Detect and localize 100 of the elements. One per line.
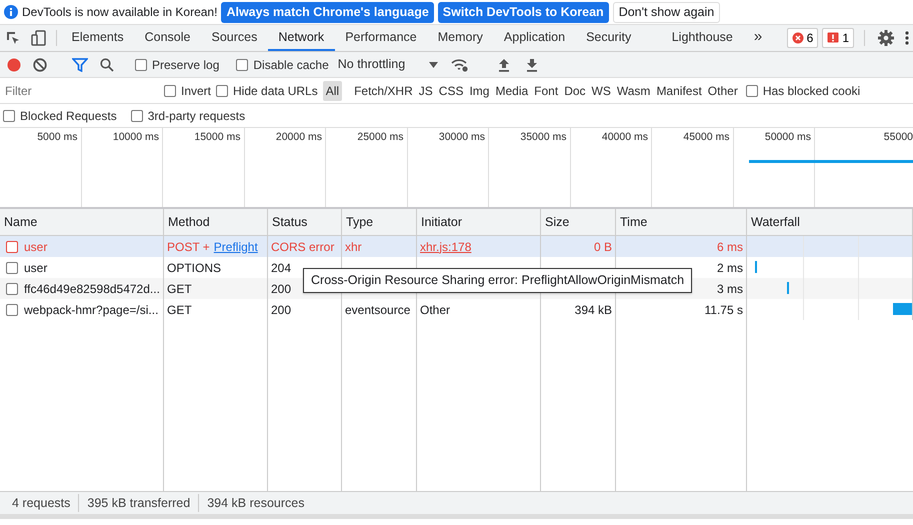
has-blocked-cookies-label: Has blocked cooki <box>762 82 860 100</box>
timeline-tick-label: 55000 <box>884 131 913 143</box>
filter-type-button[interactable]: All <box>322 80 342 100</box>
disable-cache-label: Disable cache <box>253 56 329 74</box>
column-header[interactable]: Initiator <box>417 209 541 236</box>
hide-data-urls-checkbox[interactable] <box>216 84 228 96</box>
column-header[interactable]: Time <box>616 209 747 236</box>
request-status: 204 <box>271 260 292 276</box>
column-header[interactable]: Size <box>541 209 616 236</box>
filter-type-button[interactable]: Fetch/XHR <box>351 80 416 100</box>
column-header[interactable]: Method <box>164 209 268 236</box>
third-party-requests-checkbox[interactable] <box>130 110 143 122</box>
timeline-tick-label: 15000 ms <box>194 131 240 143</box>
filter-type-button[interactable]: Manifest <box>653 80 705 100</box>
filter-type-button[interactable]: Doc <box>561 80 589 100</box>
status-text: 4 requests <box>4 494 80 512</box>
tab[interactable]: Performance <box>334 25 428 51</box>
request-method: OPTIONS <box>167 260 222 276</box>
column-header[interactable]: Name <box>0 209 164 236</box>
clear-icon[interactable] <box>33 58 47 72</box>
status-text: 394 kB resources <box>206 494 306 512</box>
filter-type-button[interactable]: CSS <box>436 80 466 100</box>
column-header[interactable]: Type <box>342 209 417 236</box>
request-type: eventsource <box>345 302 410 318</box>
request-name[interactable]: ffc46d49e82598d5472d... <box>24 280 160 298</box>
record-icon[interactable] <box>7 58 21 72</box>
timeline-tick-label: 35000 ms <box>520 131 566 143</box>
request-method: GET <box>167 280 192 298</box>
request-initiator: Other <box>420 302 450 318</box>
error-icon <box>792 32 804 44</box>
preserve-log-checkbox[interactable] <box>135 58 147 70</box>
request-time: 6 ms <box>716 238 743 256</box>
tooltip: Cross-Origin Resource Sharing error: PreflightAllowOriginMismatch <box>303 268 692 293</box>
has-blocked-cookies-checkbox[interactable] <box>746 84 758 96</box>
tab[interactable]: Application <box>493 25 576 51</box>
info-icon <box>4 5 18 19</box>
row-checkbox[interactable] <box>6 282 18 294</box>
tab[interactable]: Console <box>134 25 201 51</box>
error-counter[interactable]: 6 <box>786 28 818 48</box>
preserve-log-label: Preserve log <box>152 56 220 74</box>
banner-message: DevTools is now available in Korean! <box>22 4 218 21</box>
row-checkbox[interactable] <box>6 262 18 274</box>
banner-button[interactable]: Don't show again <box>612 2 720 22</box>
request-status: CORS error <box>271 238 334 256</box>
invert-label: Invert <box>181 82 212 100</box>
hide-data-urls-label: Hide data URLs <box>233 82 318 100</box>
waterfall-bar <box>893 303 912 315</box>
more-icon[interactable] <box>905 31 909 45</box>
filter-type-button[interactable]: Media <box>492 80 532 100</box>
tab[interactable]: Lighthouse <box>642 25 744 51</box>
throttling-dropdown[interactable]: No throttling <box>332 55 444 74</box>
request-status: 200 <box>271 302 292 318</box>
banner-button[interactable]: Always match Chrome's language <box>221 2 434 22</box>
timeline-tick-label: 30000 ms <box>438 131 485 143</box>
blocked-requests-checkbox[interactable] <box>3 110 15 122</box>
caret-icon <box>429 62 438 68</box>
filter-type-button[interactable]: Other <box>704 80 741 100</box>
column-header[interactable]: Status <box>268 209 342 236</box>
tab[interactable]: Security <box>576 25 642 51</box>
preflight-link[interactable]: Preflight <box>214 238 258 256</box>
row-checkbox[interactable] <box>6 304 18 316</box>
timeline-tick-label: 50000 ms <box>764 131 811 143</box>
request-time: 11.75 s <box>704 302 743 318</box>
banner-button[interactable]: Switch DevTools to Korean <box>438 2 609 22</box>
filter-type-button[interactable]: Img <box>466 80 492 100</box>
status-text: 395 kB transferred <box>79 494 200 512</box>
blocked-requests-label: Blocked Requests <box>20 108 117 124</box>
request-time: 2 ms <box>716 260 743 276</box>
flag-icon <box>827 32 840 44</box>
request-size: 0 B <box>594 238 612 256</box>
tab[interactable]: Sources <box>200 25 268 51</box>
timeline-tick-label: 40000 ms <box>602 131 648 143</box>
download-icon[interactable] <box>526 58 538 72</box>
search-icon[interactable] <box>100 58 114 72</box>
filter-type-button[interactable]: Wasm <box>614 80 654 100</box>
filter-type-button[interactable]: JS <box>416 80 436 100</box>
disable-cache-checkbox[interactable] <box>236 58 248 70</box>
timeline-tick-label: 5000 ms <box>37 131 78 143</box>
settings-icon[interactable] <box>877 29 895 47</box>
request-time: 3 ms <box>716 280 743 298</box>
filter-type-button[interactable]: Font <box>531 80 562 100</box>
more-tabs-button[interactable]: » <box>743 25 773 51</box>
network-conditions-icon[interactable] <box>451 58 470 72</box>
timeline-tick-label: 20000 ms <box>276 131 322 143</box>
column-header[interactable]: Waterfall <box>747 209 913 236</box>
tab[interactable]: Memory <box>427 25 494 51</box>
request-method: POST + <box>167 238 210 256</box>
request-type: xhr <box>345 238 362 256</box>
request-name[interactable]: user <box>24 258 48 276</box>
row-checkbox[interactable] <box>6 240 18 252</box>
invert-checkbox[interactable] <box>164 84 176 96</box>
timeline-tick-label: 45000 ms <box>683 131 730 143</box>
request-name[interactable]: webpack-hmr?page=/si... <box>24 300 158 318</box>
upload-icon[interactable] <box>498 58 510 72</box>
filter-icon[interactable] <box>72 58 88 72</box>
timeline-tick-label: 10000 ms <box>112 131 159 143</box>
filter-type-button[interactable]: WS <box>588 80 614 100</box>
tab[interactable]: Elements <box>61 25 134 51</box>
issue-counter[interactable]: 1 <box>822 28 854 48</box>
third-party-requests-label: 3rd-party requests <box>148 108 246 124</box>
